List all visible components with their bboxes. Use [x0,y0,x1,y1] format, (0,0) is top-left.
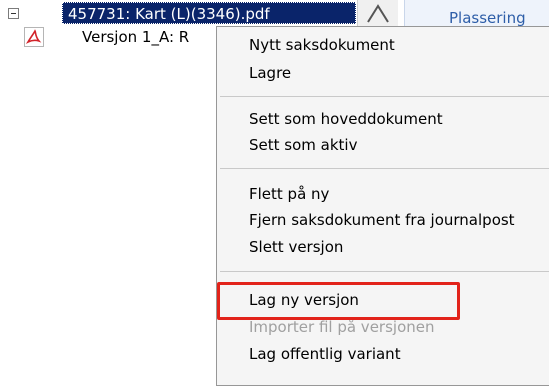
menu-item-delete-version[interactable]: Slett versjon [249,235,343,259]
menu-item-new-case-document[interactable]: Nytt saksdokument [249,33,395,57]
menu-item-set-main-document[interactable]: Sett som hoveddokument [249,107,443,131]
menu-item-merge-again[interactable]: Flett på ny [249,182,329,206]
menu-separator [220,271,549,272]
context-menu: Nytt saksdokument Lagre Sett som hoveddo… [216,26,549,386]
menu-item-save[interactable]: Lagre [249,61,291,85]
menu-separator [220,168,549,169]
menu-separator [220,96,549,97]
tree-node-document[interactable]: 457731: Kart (L)(3346).pdf [62,2,356,24]
collapse-toggle-icon[interactable] [8,8,19,19]
highlight-box [217,282,460,320]
menu-item-remove-case-document[interactable]: Fjern saksdokument fra journalpost [249,208,515,232]
pdf-icon [24,27,44,47]
menu-item-create-public-variant[interactable]: Lag offentlig variant [249,342,401,366]
tree-node-version[interactable]: Versjon 1_A: R [82,26,222,48]
menu-item-set-active[interactable]: Sett som aktiv [249,133,357,157]
navigate-up-button[interactable] [357,0,398,26]
tab-plassering[interactable]: Plassering [449,9,526,27]
up-arrow-icon [367,4,389,23]
